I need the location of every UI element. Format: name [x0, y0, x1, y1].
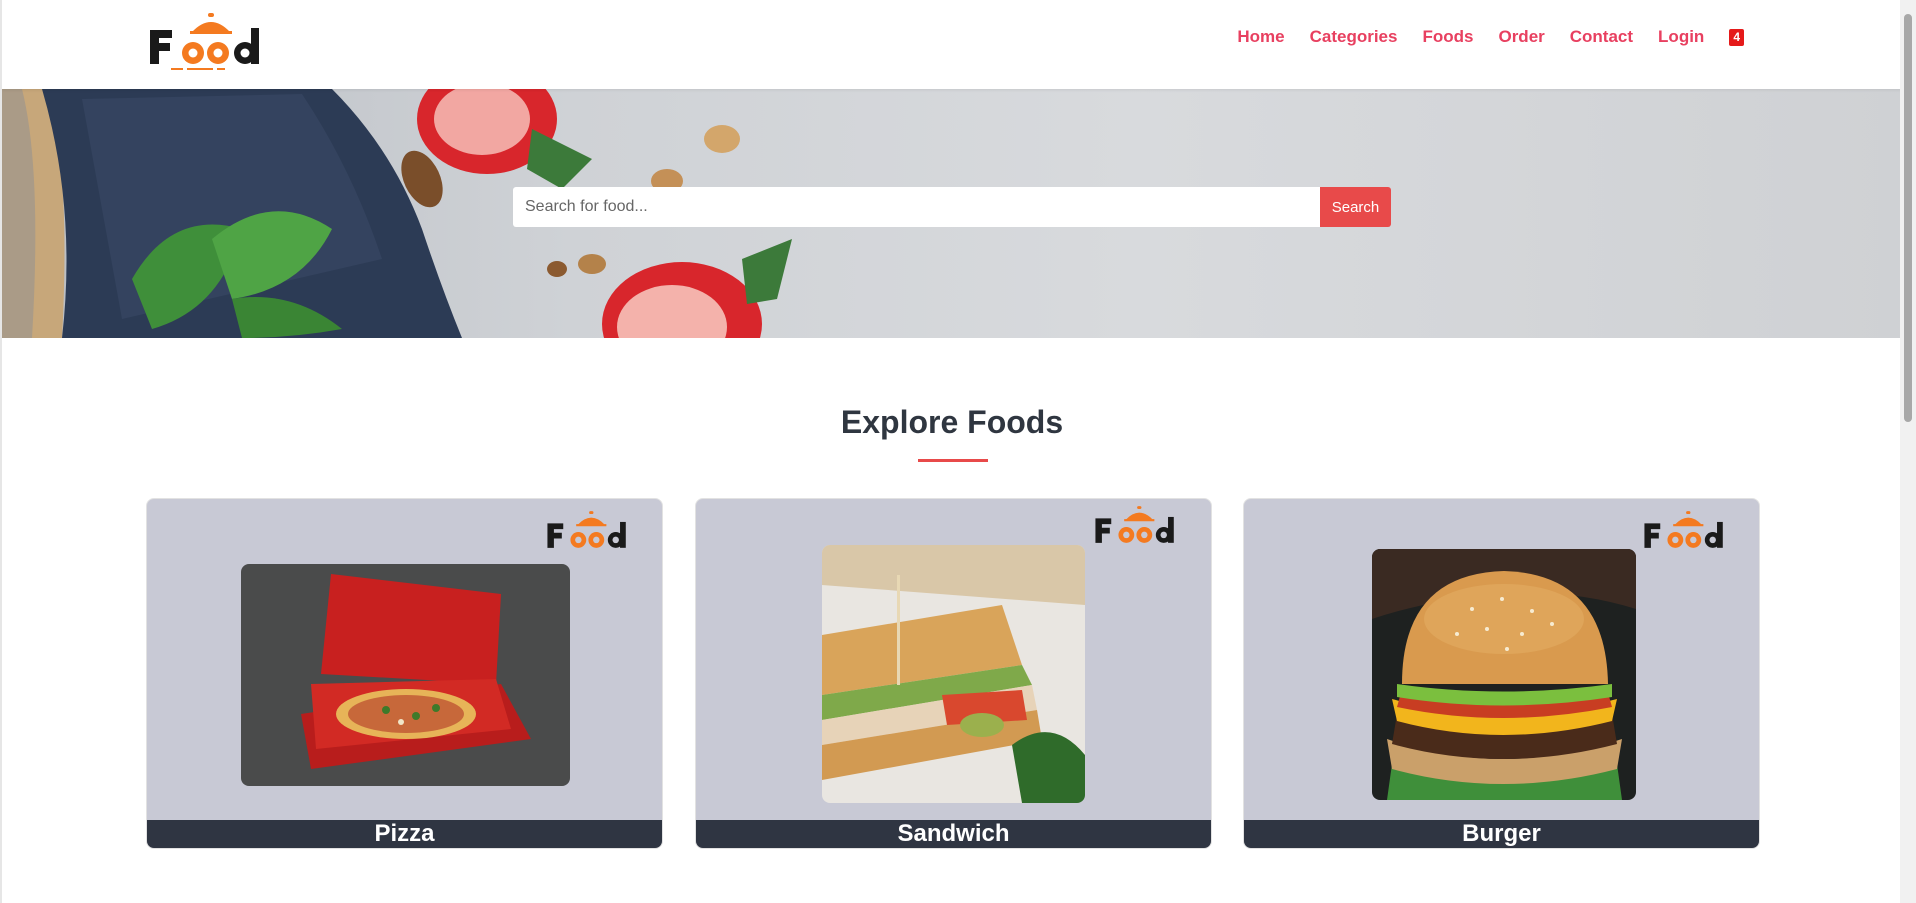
- nav-categories-link[interactable]: Categories: [1310, 27, 1398, 47]
- category-card-sandwich[interactable]: Sandwich: [695, 498, 1212, 849]
- title-underline: [918, 459, 988, 462]
- scrollbar-thumb[interactable]: [1904, 14, 1912, 422]
- main-nav: Home Categories Foods Order Contact Logi…: [1237, 27, 1744, 47]
- card-brand-logo: [1644, 511, 1723, 548]
- category-label: Pizza: [147, 820, 662, 848]
- nav-home-link[interactable]: Home: [1237, 27, 1284, 47]
- nav-contact-link[interactable]: Contact: [1570, 27, 1633, 47]
- explore-title: Explore Foods: [840, 404, 1064, 440]
- category-label: Sandwich: [696, 820, 1211, 848]
- cheeseburger-photo: [1372, 549, 1636, 800]
- nav-login-link[interactable]: Login: [1658, 27, 1704, 47]
- cart-count-badge[interactable]: 4: [1729, 28, 1744, 46]
- search-bar: Search: [513, 187, 1391, 227]
- site-header: Home Categories Foods Order Contact Logi…: [2, 0, 1900, 89]
- category-card-burger[interactable]: Burger: [1243, 498, 1760, 849]
- page: Home Categories Foods Order Contact Logi…: [0, 0, 1900, 903]
- category-label: Burger: [1244, 820, 1759, 848]
- card-brand-logo: [1095, 506, 1174, 543]
- pizza-box-photo: [241, 564, 570, 786]
- club-sandwich-photo: [822, 545, 1085, 803]
- search-button[interactable]: Search: [1320, 187, 1391, 227]
- nav-foods-link[interactable]: Foods: [1422, 27, 1473, 47]
- nav-order-link[interactable]: Order: [1498, 27, 1544, 47]
- page-scrollbar[interactable]: [1900, 0, 1916, 903]
- food-logo[interactable]: [147, 10, 277, 74]
- search-input[interactable]: [513, 187, 1320, 227]
- category-card-pizza[interactable]: Pizza: [146, 498, 663, 849]
- hero-banner: Search: [2, 89, 1900, 338]
- card-brand-logo: [547, 511, 626, 548]
